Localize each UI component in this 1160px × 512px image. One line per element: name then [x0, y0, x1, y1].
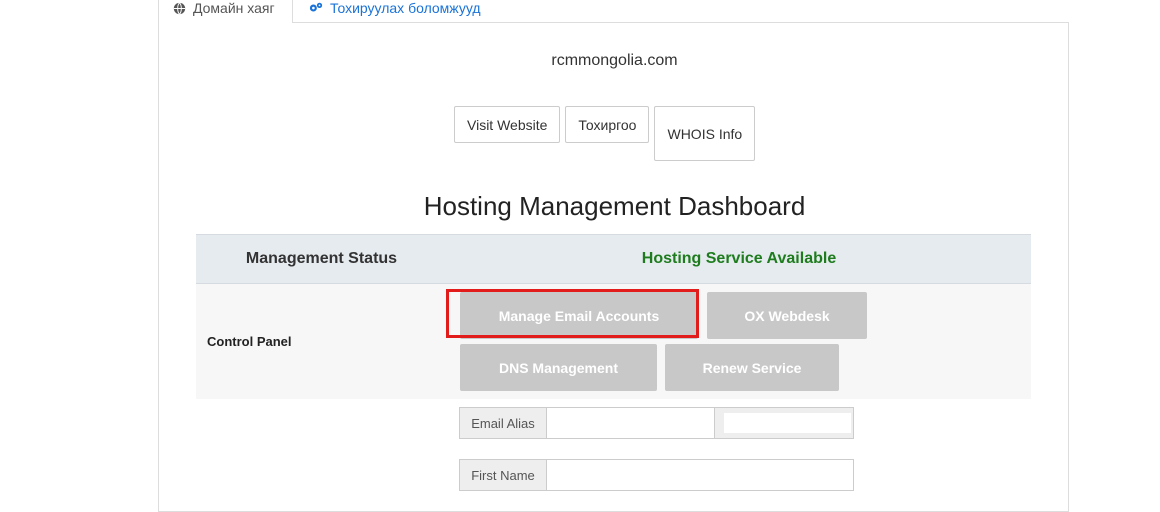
email-domain-field[interactable]: [715, 407, 854, 439]
globe-icon: [171, 0, 187, 16]
control-panel-label: Control Panel: [207, 334, 292, 349]
email-alias-label: Email Alias: [459, 407, 547, 439]
highlight-box: [446, 289, 699, 338]
status-value: Hosting Service Available: [641, 250, 837, 267]
status-label: Management Status: [245, 250, 398, 267]
page-title: Hosting Management Dashboard: [423, 191, 806, 221]
renew-service-button[interactable]: Renew Service: [665, 344, 839, 391]
domain-panel: rcmmongolia.com Visit Website Тохиргоо W…: [158, 22, 1069, 512]
visit-website-button[interactable]: Visit Website: [454, 106, 561, 143]
ox-webdesk-button[interactable]: OX Webdesk: [707, 292, 867, 339]
email-alias-group: Email Alias: [459, 407, 854, 439]
tab-options[interactable]: Тохируулах боломжууд: [308, 0, 481, 23]
domain-name: rcmmongolia.com: [551, 52, 678, 69]
first-name-label: First Name: [459, 459, 547, 491]
first-name-group: First Name: [459, 459, 854, 491]
whois-info-button[interactable]: WHOIS Info: [654, 106, 756, 161]
first-name-input[interactable]: [547, 459, 854, 491]
cogs-icon: [308, 0, 324, 16]
email-alias-input[interactable]: [547, 407, 715, 439]
dns-management-button[interactable]: DNS Management: [460, 344, 657, 391]
tab-domain[interactable]: Домайн хаяг: [158, 0, 293, 23]
tab-domain-label: Домайн хаяг: [193, 0, 275, 16]
settings-button[interactable]: Тохиргоо: [565, 106, 650, 143]
tab-bar: Домайн хаяг Тохируулах боломжууд: [158, 0, 1069, 23]
tab-options-label: Тохируулах боломжууд: [330, 0, 481, 16]
domain-actions: Visit Website Тохиргоо WHOIS Info: [454, 106, 756, 161]
status-row: Management Status Hosting Service Availa…: [196, 234, 1031, 284]
